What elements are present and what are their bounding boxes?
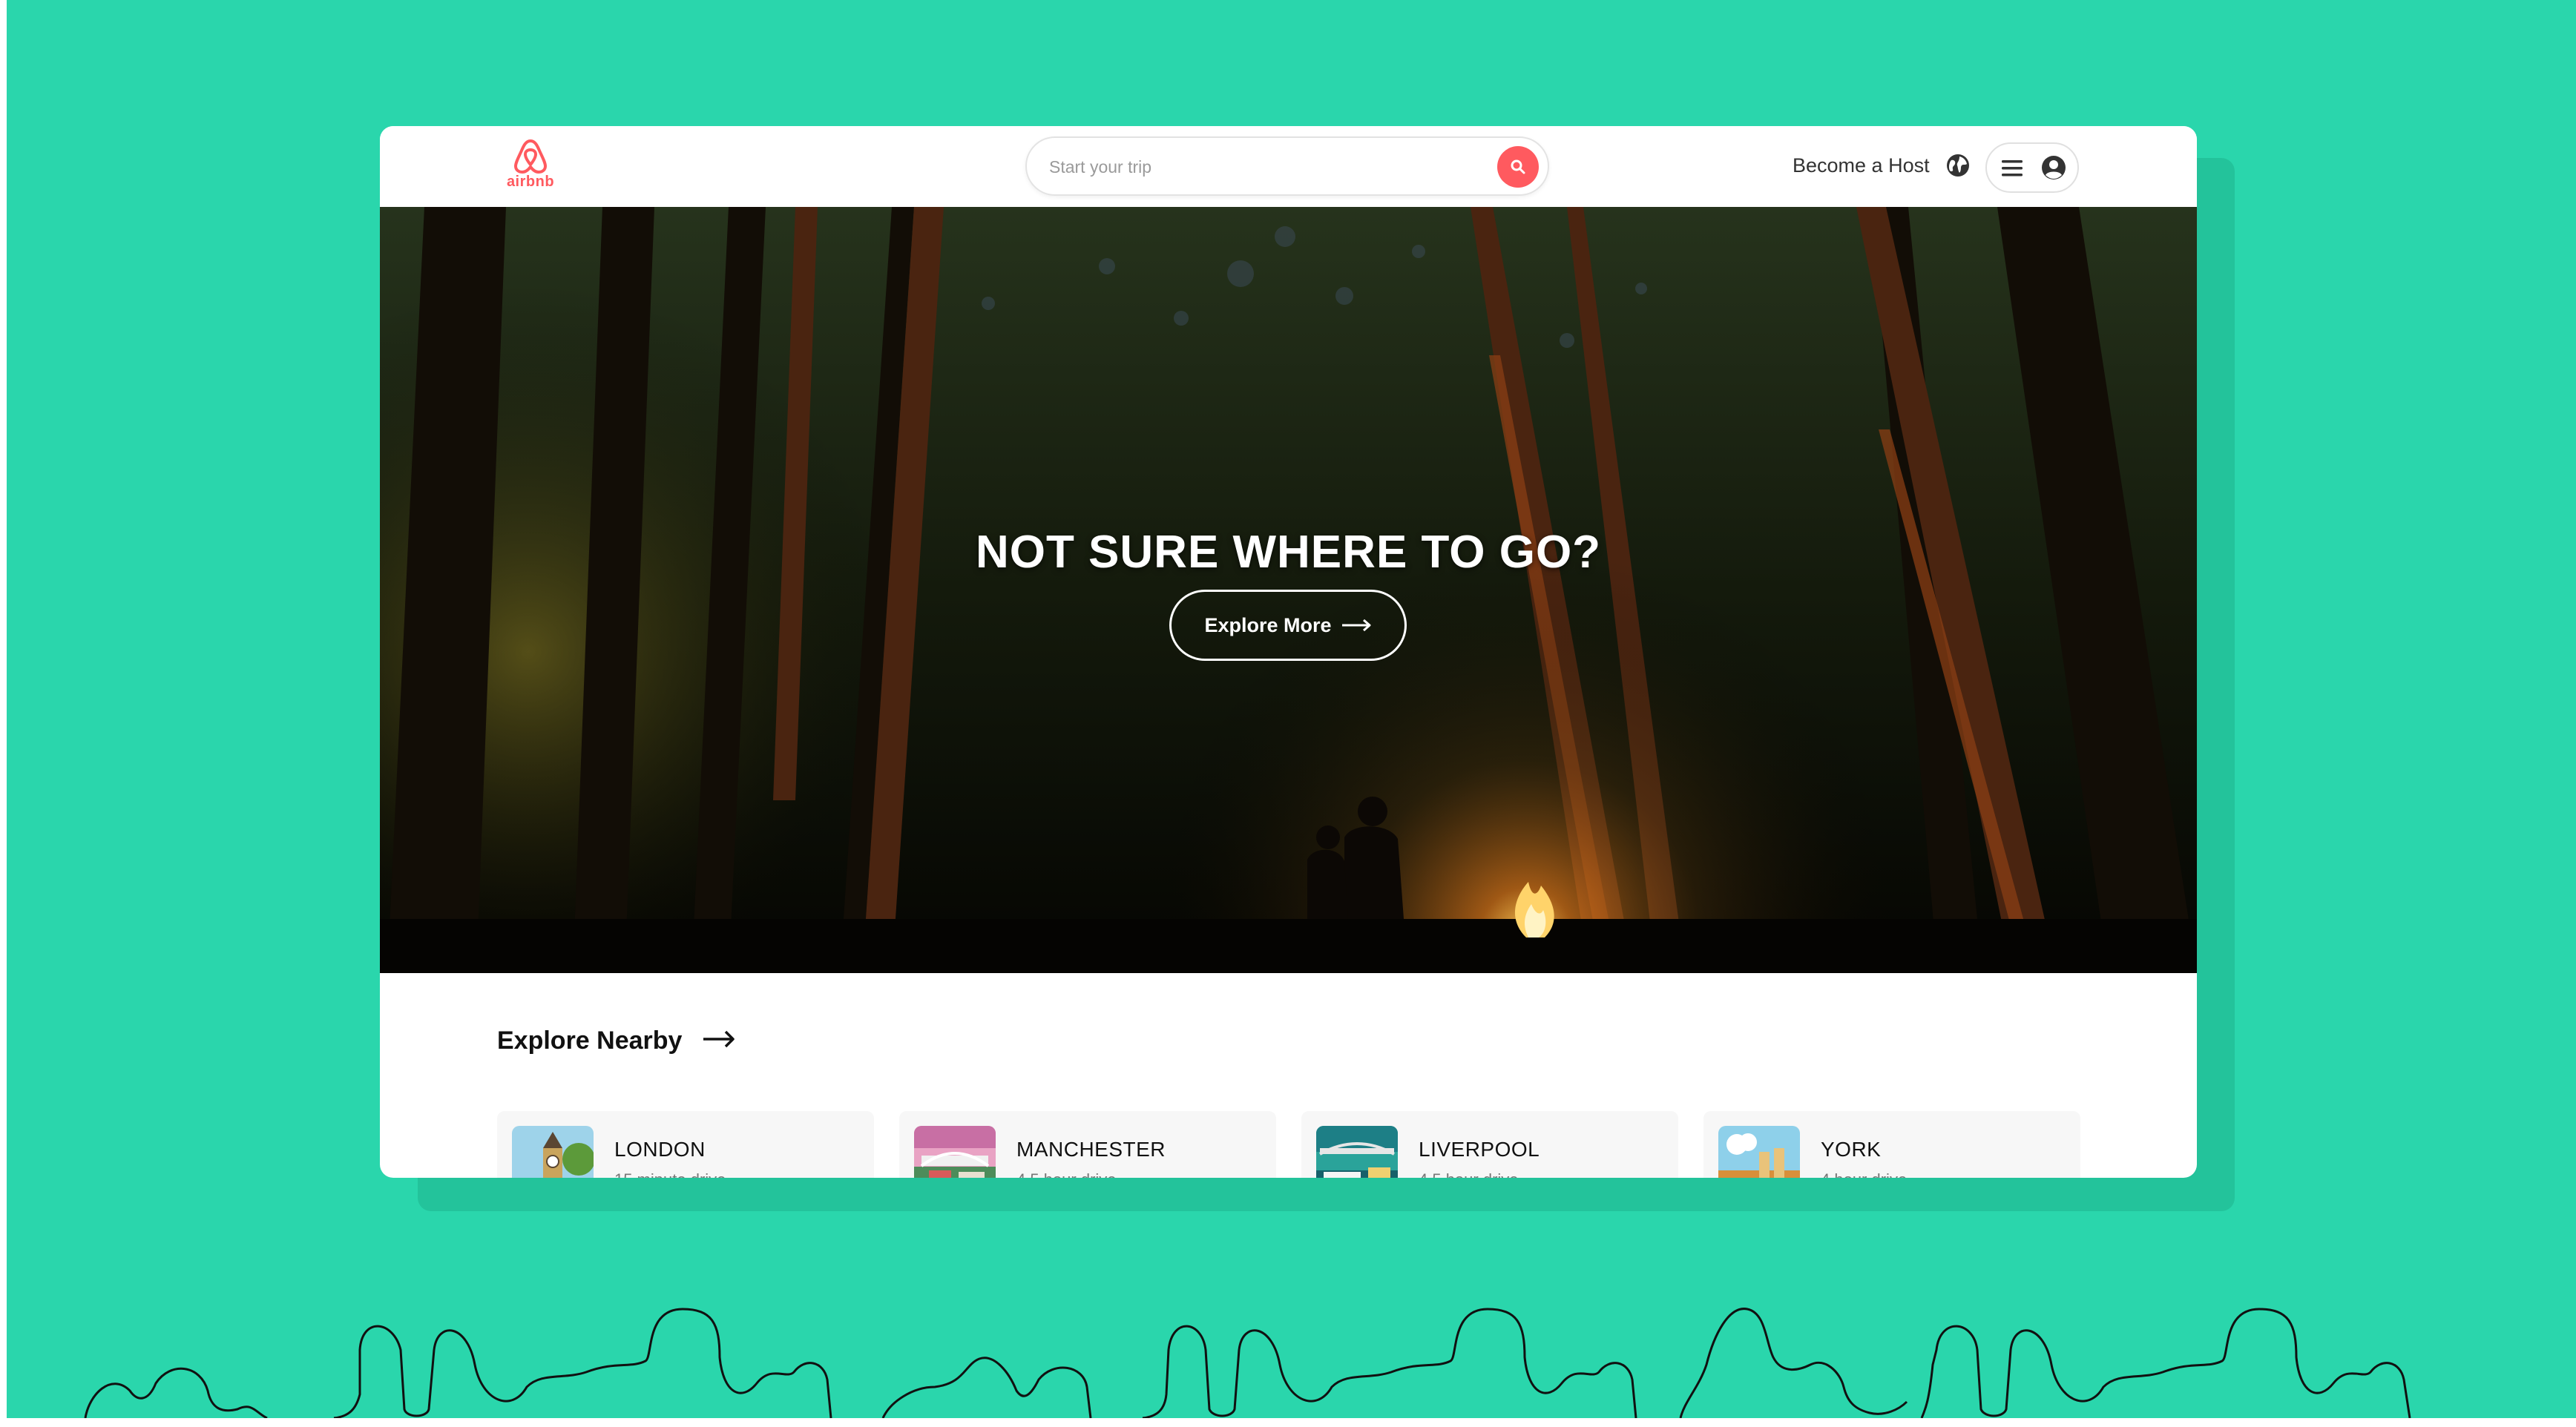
city-card-manchester[interactable]: MANCHESTER 4.5 hour drive xyxy=(899,1111,1276,1178)
city-subtitle: 15 minute drive xyxy=(614,1170,726,1178)
hamburger-menu-icon xyxy=(2002,160,2023,177)
city-image-london xyxy=(512,1126,594,1178)
airbnb-logo[interactable]: airbnb xyxy=(502,136,559,199)
city-image-liverpool xyxy=(1316,1126,1398,1178)
search-icon xyxy=(1511,159,1525,174)
hero-title: NOT SURE WHERE TO GO? xyxy=(975,527,1602,578)
city-card-liverpool[interactable]: LIVERPOOL 4.5 hour drive xyxy=(1301,1111,1678,1178)
browser-window: airbnb Become a Host xyxy=(380,126,2197,1178)
site-header: airbnb Become a Host xyxy=(380,126,2197,207)
city-subtitle: 4.5 hour drive xyxy=(1419,1170,1519,1178)
city-subtitle: 4.5 hour drive xyxy=(1016,1170,1117,1178)
city-subtitle: 4 hour drive xyxy=(1821,1170,1907,1178)
airbnb-logo-icon xyxy=(514,139,547,174)
frame-border-left xyxy=(0,0,7,1427)
arrow-right-icon xyxy=(1341,619,1371,632)
city-card-london[interactable]: LONDON 15 minute drive xyxy=(497,1111,874,1178)
explore-nearby-heading: Explore Nearby xyxy=(497,1026,683,1055)
explore-more-label: Explore More xyxy=(1204,613,1332,636)
explore-more-button[interactable]: Explore More xyxy=(1169,590,1407,661)
user-menu-button[interactable] xyxy=(1985,142,2079,193)
city-card-york[interactable]: YORK 4 hour drive xyxy=(1703,1111,2080,1178)
search-bar[interactable] xyxy=(1025,136,1549,196)
logo-text: airbnb xyxy=(506,174,555,190)
hero-banner: NOT SURE WHERE TO GO? Explore More xyxy=(380,207,2197,973)
city-image-york xyxy=(1718,1126,1800,1178)
city-name: LONDON xyxy=(614,1138,706,1161)
city-name: YORK xyxy=(1821,1138,1882,1161)
globe-icon[interactable] xyxy=(1945,153,1971,178)
user-circle-icon xyxy=(2042,156,2066,179)
city-name: LIVERPOOL xyxy=(1419,1138,1540,1161)
decorative-skyline-line xyxy=(84,1308,2411,1418)
city-name: MANCHESTER xyxy=(1016,1138,1166,1161)
search-input[interactable] xyxy=(1048,151,1466,182)
city-image-manchester xyxy=(914,1126,996,1178)
frame-border-bottom xyxy=(0,1418,2576,1427)
become-host-link[interactable]: Become a Host xyxy=(1793,154,1930,177)
search-button[interactable] xyxy=(1497,146,1539,188)
explore-nearby-arrow-icon[interactable] xyxy=(703,1029,736,1049)
